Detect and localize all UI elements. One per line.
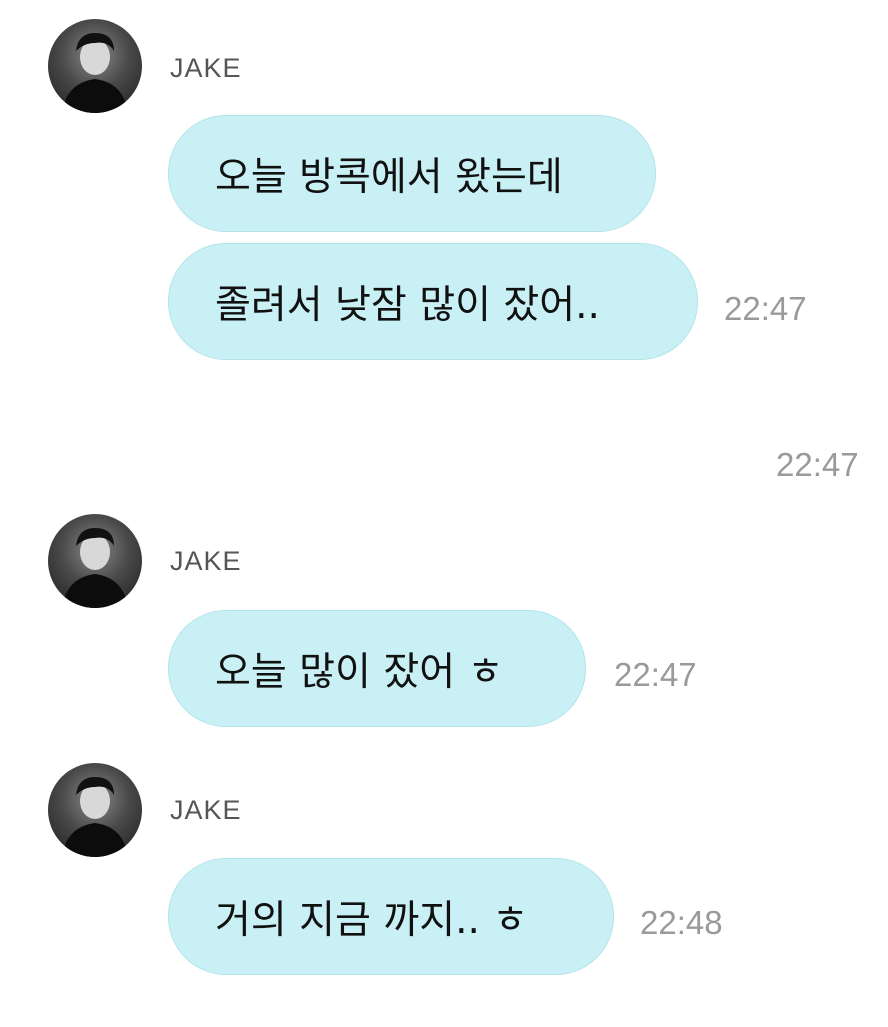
profile-photo-icon bbox=[62, 528, 128, 608]
message-text: 오늘 방콕에서 왔는데 bbox=[215, 154, 563, 200]
avatar[interactable] bbox=[48, 763, 142, 857]
message-timestamp: 22:47 bbox=[776, 446, 859, 483]
message-timestamp: 22:47 bbox=[614, 656, 697, 693]
profile-photo-icon bbox=[62, 33, 128, 113]
message-bubble[interactable]: 거의 지금 까지.. ㅎ bbox=[168, 858, 614, 975]
message-bubble[interactable]: 오늘 방콕에서 왔는데 bbox=[168, 115, 656, 232]
message-text: 오늘 많이 잤어 ㅎ bbox=[215, 649, 504, 695]
profile-photo-icon bbox=[62, 777, 128, 857]
avatar[interactable] bbox=[48, 514, 142, 608]
message-timestamp: 22:48 bbox=[640, 904, 723, 941]
sender-name: JAKE bbox=[170, 53, 242, 83]
avatar[interactable] bbox=[48, 19, 142, 113]
message-timestamp: 22:47 bbox=[724, 290, 807, 327]
message-bubble[interactable]: 오늘 많이 잤어 ㅎ bbox=[168, 610, 586, 727]
sender-name: JAKE bbox=[170, 546, 242, 576]
message-text: 졸려서 낮잠 많이 잤어.. bbox=[215, 282, 600, 328]
message-text: 거의 지금 까지.. ㅎ bbox=[215, 897, 529, 943]
message-bubble[interactable]: 졸려서 낮잠 많이 잤어.. bbox=[168, 243, 698, 360]
sender-name: JAKE bbox=[170, 795, 242, 825]
